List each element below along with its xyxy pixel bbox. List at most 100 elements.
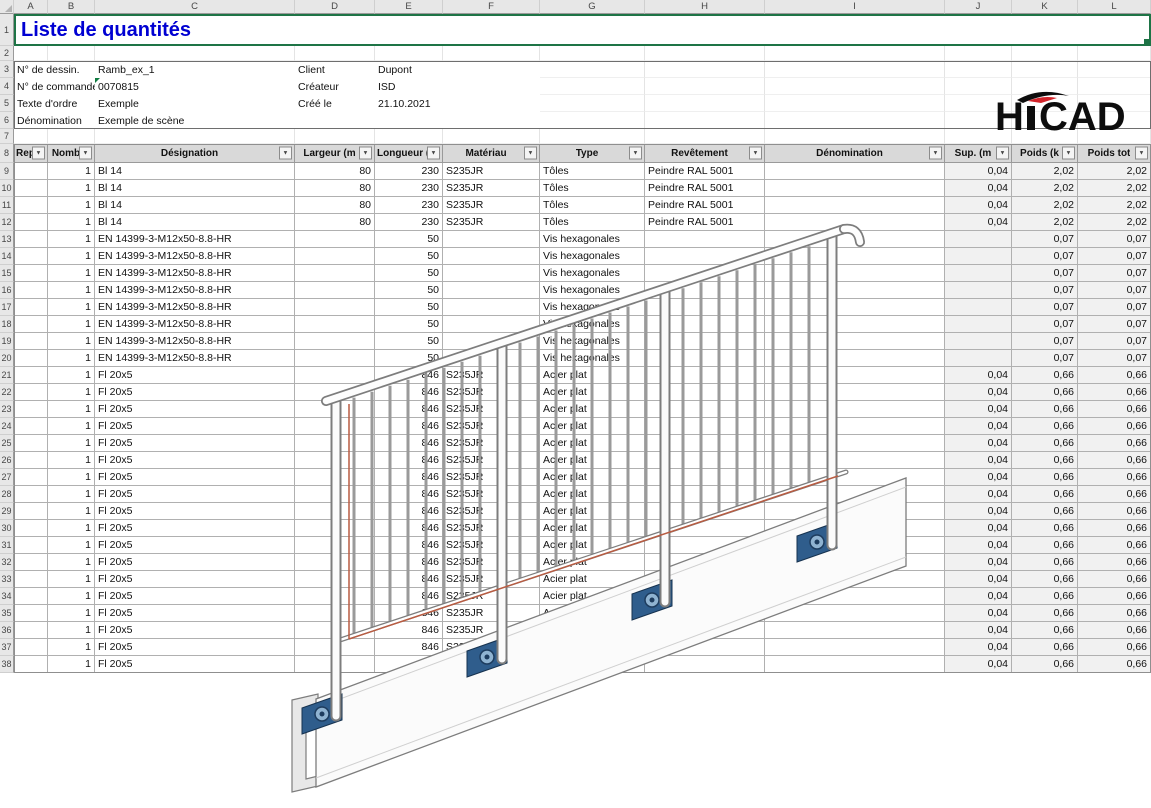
row-number[interactable]: 7 <box>0 129 14 144</box>
cell[interactable]: 0,04 <box>945 435 1012 452</box>
cell[interactable] <box>14 231 48 248</box>
row-number[interactable]: 1 <box>0 14 14 46</box>
empty-cell[interactable] <box>540 112 645 129</box>
row-number[interactable]: 22 <box>0 384 14 401</box>
filter-dropdown-icon[interactable]: ▼ <box>427 147 440 160</box>
cell[interactable] <box>14 452 48 469</box>
cell[interactable]: Fl 20x5 <box>95 588 295 605</box>
column-letter-k[interactable]: K <box>1012 0 1078 14</box>
cell[interactable]: 0,07 <box>1078 265 1151 282</box>
cell[interactable]: Fl 20x5 <box>95 486 295 503</box>
cell[interactable]: 1 <box>48 282 95 299</box>
row-number[interactable]: 38 <box>0 656 14 673</box>
cell[interactable]: 0,07 <box>1012 299 1078 316</box>
cell[interactable]: 50 <box>375 350 443 367</box>
cell[interactable] <box>765 418 945 435</box>
cell[interactable]: 0,04 <box>945 656 1012 673</box>
cell[interactable]: S235JR <box>443 435 540 452</box>
cell[interactable]: Fl 20x5 <box>95 639 295 656</box>
cell[interactable]: Acier plat <box>540 520 645 537</box>
page-title[interactable]: Liste de quantités <box>14 14 1151 46</box>
cell[interactable] <box>645 520 765 537</box>
cell[interactable]: 0,07 <box>1078 350 1151 367</box>
meta-value-creator[interactable]: ISD <box>375 78 540 95</box>
cell[interactable]: 0,66 <box>1078 469 1151 486</box>
cell[interactable]: Acier plat <box>540 401 645 418</box>
cell[interactable]: 846 <box>375 520 443 537</box>
cell[interactable]: EN 14399-3-M12x50-8.8-HR <box>95 231 295 248</box>
cell[interactable]: 80 <box>295 197 375 214</box>
cell[interactable] <box>765 197 945 214</box>
empty-cell[interactable] <box>14 46 48 61</box>
column-header-rev-tement[interactable]: Revêtement▼ <box>645 144 765 163</box>
cell[interactable]: 0,04 <box>945 367 1012 384</box>
cell[interactable]: 0,07 <box>1012 265 1078 282</box>
cell[interactable]: Fl 20x5 <box>95 452 295 469</box>
cell[interactable] <box>443 248 540 265</box>
cell[interactable] <box>14 622 48 639</box>
cell[interactable]: 0,66 <box>1078 384 1151 401</box>
cell[interactable]: Fl 20x5 <box>95 503 295 520</box>
row-number[interactable]: 31 <box>0 537 14 554</box>
cell[interactable] <box>14 163 48 180</box>
cell[interactable] <box>295 605 375 622</box>
cell[interactable] <box>14 333 48 350</box>
cell[interactable] <box>14 435 48 452</box>
row-number[interactable]: 35 <box>0 605 14 622</box>
cell[interactable] <box>14 384 48 401</box>
cell[interactable]: 1 <box>48 435 95 452</box>
cell[interactable] <box>295 265 375 282</box>
cell[interactable]: 0,66 <box>1012 639 1078 656</box>
cell[interactable] <box>14 248 48 265</box>
cell[interactable] <box>295 571 375 588</box>
cell[interactable]: S235JR <box>443 180 540 197</box>
filter-dropdown-icon[interactable]: ▼ <box>996 147 1009 160</box>
cell[interactable]: 1 <box>48 384 95 401</box>
cell[interactable]: 1 <box>48 588 95 605</box>
cell[interactable]: 50 <box>375 248 443 265</box>
row-number[interactable]: 13 <box>0 231 14 248</box>
cell[interactable]: 1 <box>48 265 95 282</box>
cell[interactable]: 80 <box>295 180 375 197</box>
cell[interactable]: 0,66 <box>1012 537 1078 554</box>
cell[interactable]: Vis hexagonales <box>540 282 645 299</box>
column-letter-i[interactable]: I <box>765 0 945 14</box>
cell[interactable]: 0,07 <box>1078 316 1151 333</box>
cell[interactable]: 0,66 <box>1078 605 1151 622</box>
cell[interactable]: EN 14399-3-M12x50-8.8-HR <box>95 299 295 316</box>
cell[interactable]: Acier plat <box>540 367 645 384</box>
row-number[interactable]: 10 <box>0 180 14 197</box>
row-number[interactable]: 5 <box>0 95 14 112</box>
cell[interactable]: 1 <box>48 622 95 639</box>
cell[interactable]: 846 <box>375 639 443 656</box>
cell[interactable]: Acier plat <box>540 588 645 605</box>
empty-cell[interactable] <box>1012 46 1078 61</box>
cell[interactable]: 2,02 <box>1078 163 1151 180</box>
cell[interactable]: Acier plat <box>540 554 645 571</box>
cell[interactable] <box>295 316 375 333</box>
row-number[interactable]: 23 <box>0 401 14 418</box>
empty-cell[interactable] <box>645 112 765 129</box>
column-header-nomb[interactable]: Nomb▼ <box>48 144 95 163</box>
cell[interactable] <box>443 333 540 350</box>
cell[interactable]: Vis hexagonales <box>540 333 645 350</box>
cell[interactable]: 0,66 <box>1078 486 1151 503</box>
cell[interactable] <box>14 605 48 622</box>
cell[interactable]: Acier plat <box>540 656 645 673</box>
column-header-sup-m[interactable]: Sup. (m▼ <box>945 144 1012 163</box>
cell[interactable] <box>645 333 765 350</box>
cell[interactable] <box>765 231 945 248</box>
row-number[interactable]: 6 <box>0 112 14 129</box>
empty-cell[interactable] <box>540 78 645 95</box>
cell[interactable]: Vis hexagonales <box>540 248 645 265</box>
cell[interactable] <box>645 350 765 367</box>
cell[interactable]: 1 <box>48 197 95 214</box>
cell[interactable]: Acier plat <box>540 435 645 452</box>
cell[interactable] <box>765 248 945 265</box>
cell[interactable]: 0,66 <box>1012 435 1078 452</box>
cell[interactable]: 1 <box>48 639 95 656</box>
empty-cell[interactable] <box>1012 61 1078 78</box>
filter-dropdown-icon[interactable]: ▼ <box>359 147 372 160</box>
cell[interactable] <box>295 418 375 435</box>
meta-label-order-no[interactable]: N° de commande <box>14 78 95 95</box>
